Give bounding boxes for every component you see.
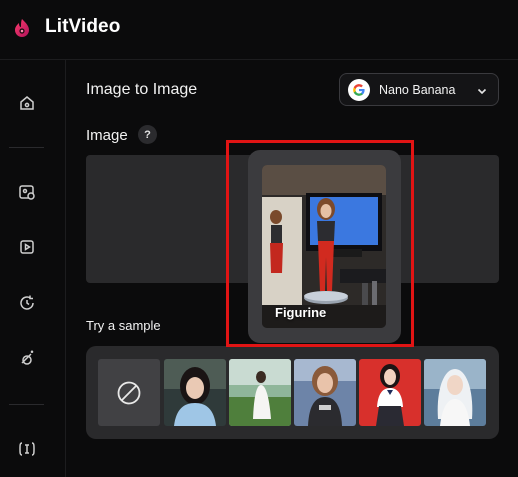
sample-thumbnail[interactable] — [229, 359, 291, 426]
refresh-icon[interactable] — [17, 293, 37, 313]
image-edit-icon[interactable] — [17, 182, 37, 202]
app-title[interactable]: LitVideo — [45, 16, 120, 38]
sidebar-divider — [9, 404, 44, 405]
sample-strip — [86, 346, 499, 439]
sample-thumbnail[interactable] — [424, 359, 486, 426]
sample-section-label: Try a sample — [86, 318, 161, 333]
magic-icon[interactable] — [17, 348, 37, 368]
model-select-label: Nano Banana — [379, 82, 456, 97]
google-g-icon — [348, 78, 370, 101]
top-bar: LitVideo — [0, 0, 518, 60]
sample-thumbnail[interactable] — [164, 359, 226, 426]
page-title: Image to Image — [86, 81, 198, 98]
help-icon[interactable]: ? — [138, 125, 157, 144]
video-icon[interactable] — [17, 237, 37, 257]
model-select[interactable]: Nano Banana — [339, 73, 499, 106]
sample-thumbnail[interactable] — [359, 359, 421, 426]
litvideo-logo-icon[interactable] — [12, 18, 32, 38]
sidebar-divider — [9, 147, 44, 148]
image-section-label: Image — [86, 127, 128, 144]
highlight-box — [226, 140, 414, 347]
sidebar — [0, 60, 66, 477]
no-sample-button[interactable] — [98, 359, 160, 426]
chevron-down-icon — [476, 84, 488, 102]
home-icon[interactable] — [17, 93, 37, 113]
sample-thumbnail[interactable] — [294, 359, 356, 426]
text-cursor-icon[interactable] — [17, 439, 37, 459]
